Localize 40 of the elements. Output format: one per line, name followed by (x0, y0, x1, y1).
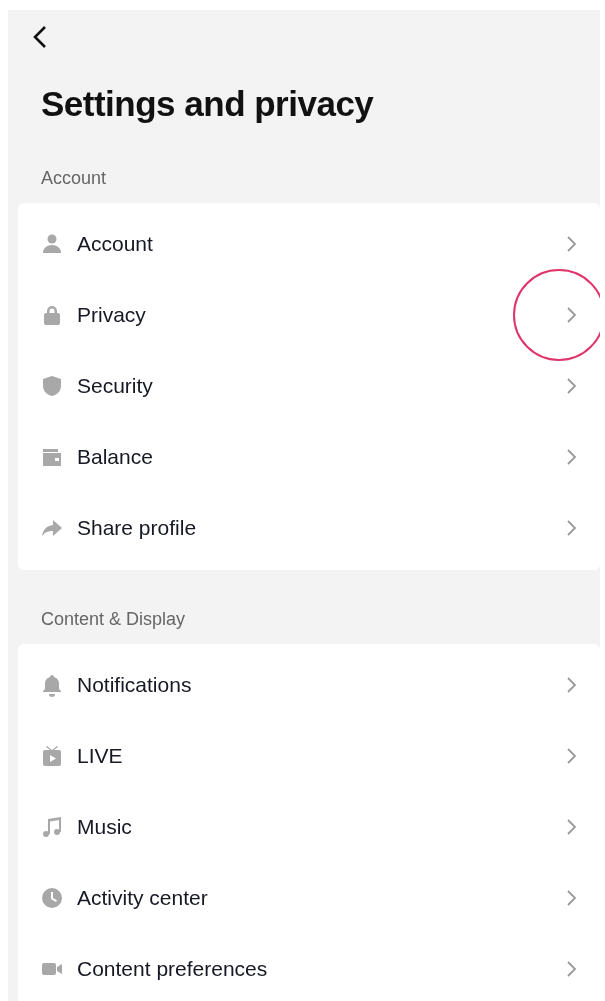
chevron-right-icon (566, 960, 578, 978)
chevron-right-icon (566, 519, 578, 537)
tv-icon (40, 744, 64, 768)
page-title: Settings and privacy (41, 83, 375, 125)
item-label: Account (77, 231, 154, 258)
settings-item[interactable]: Activity center (18, 862, 600, 934)
settings-item[interactable]: LIVE (18, 720, 600, 792)
chevron-right-icon (566, 448, 578, 466)
section-label: Account (41, 166, 108, 190)
chevron-right-icon (566, 235, 578, 253)
chevron-right-icon (566, 747, 578, 765)
chevron-right-icon (566, 676, 578, 694)
settings-item[interactable]: Music (18, 791, 600, 863)
item-label: Activity center (77, 885, 209, 912)
person-icon (40, 232, 64, 256)
settings-item[interactable]: Account (18, 208, 600, 280)
back-icon (32, 25, 48, 50)
settings-item[interactable]: Content preferences (18, 933, 600, 1001)
item-label: Security (77, 373, 154, 400)
chevron-right-icon (566, 889, 578, 907)
item-label: Share profile (77, 515, 198, 542)
section-label: Content & Display (41, 607, 187, 631)
chevron-right-icon (566, 306, 578, 324)
settings-item[interactable]: Share profile (18, 492, 600, 564)
settings-item[interactable]: Balance (18, 421, 600, 493)
bell-icon (40, 673, 64, 697)
item-label: Balance (77, 444, 154, 471)
item-label: Privacy (77, 302, 147, 329)
chevron-right-icon (566, 377, 578, 395)
item-label: LIVE (77, 743, 124, 770)
clock-icon (40, 886, 64, 910)
item-label: Notifications (77, 672, 193, 699)
settings-item[interactable]: Notifications (18, 649, 600, 721)
chevron-right-icon (566, 818, 578, 836)
settings-item[interactable]: Security (18, 350, 600, 422)
item-label: Content preferences (77, 956, 269, 983)
settings-item[interactable]: Privacy (18, 279, 600, 351)
music-note-icon (40, 815, 64, 839)
item-label: Music (77, 814, 133, 841)
shield-icon (40, 374, 64, 398)
